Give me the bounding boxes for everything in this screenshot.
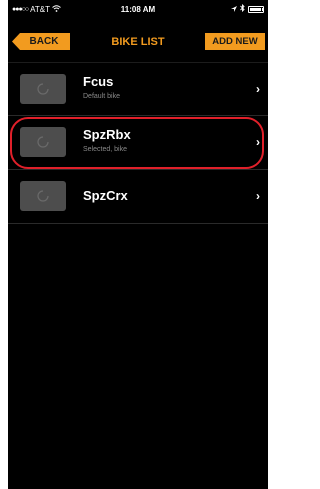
back-button-label: BACK (29, 36, 59, 47)
chevron-right-icon: › (256, 189, 260, 203)
navigation-bar: BACK BIKE LIST ADD NEW (8, 22, 268, 58)
bike-name: Fcus (83, 74, 114, 89)
status-time: 11:08 AM (120, 5, 156, 14)
status-right (231, 3, 264, 14)
phone-screen: ●●●○○ AT&T 11:08 AM BACK BIKE LIST ADD N… (8, 0, 268, 489)
bluetooth-icon (240, 3, 245, 14)
bike-row-spzcrx[interactable]: SpzCrx › (8, 170, 268, 224)
bike-row-spzrbx[interactable]: SpzRbx Selected, bike › (8, 116, 268, 170)
add-new-button-label: ADD NEW (212, 36, 258, 47)
bike-name: SpzCrx (83, 188, 128, 203)
battery-icon (248, 5, 264, 13)
chevron-right-icon: › (256, 82, 260, 96)
selection-highlight-ring (10, 117, 264, 169)
status-bar: ●●●○○ AT&T 11:08 AM (8, 0, 268, 20)
bike-list: Fcus Default bike › SpzRbx Selected, bik… (8, 62, 268, 224)
page-title: BIKE LIST (111, 36, 165, 48)
bike-placeholder-icon (20, 181, 66, 211)
add-new-button[interactable]: ADD NEW (205, 33, 265, 50)
bike-subtitle: Default bike (83, 93, 120, 100)
location-icon (231, 5, 237, 14)
bike-row-fcus[interactable]: Fcus Default bike › (8, 62, 268, 116)
bike-placeholder-icon (20, 74, 66, 104)
back-button[interactable]: BACK (12, 33, 70, 50)
